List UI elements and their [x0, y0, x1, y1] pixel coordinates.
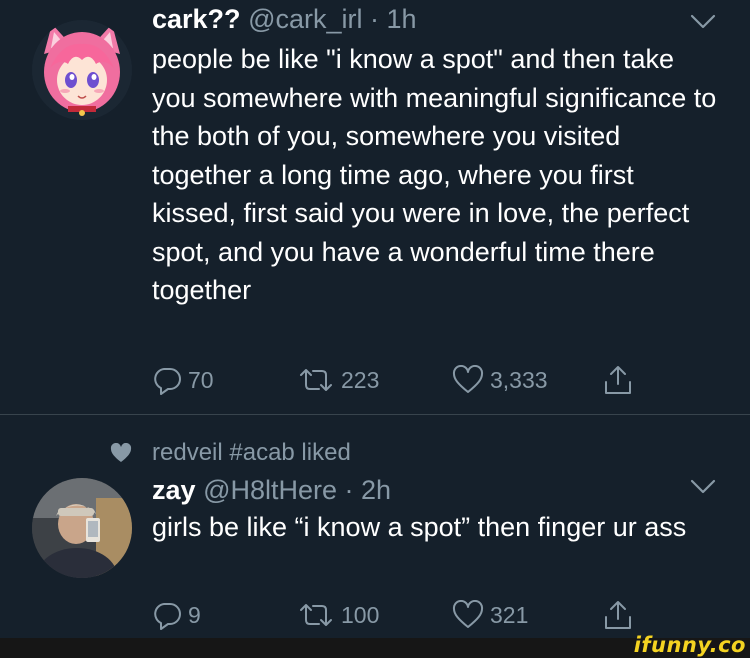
tweet-header: zay @H8ltHere · 2h [152, 473, 391, 507]
chevron-down-icon[interactable] [690, 477, 716, 497]
reply-count: 70 [188, 366, 214, 393]
tweet-actions: 9 100 321 [152, 597, 672, 633]
social-context: redveil #acab liked [0, 435, 750, 471]
retweet-button[interactable]: 100 [297, 597, 379, 633]
liked-heart-icon [110, 442, 132, 468]
share-button[interactable] [602, 362, 634, 398]
tweet-text: girls be like “i know a spot” then finge… [152, 512, 687, 542]
tweet-2[interactable]: redveil #acab liked zay @H8ltHere · 2h g… [0, 415, 750, 640]
retweet-count: 100 [341, 601, 380, 628]
like-count: 321 [490, 601, 529, 628]
tweet-text: people be like "i know a spot" and then … [152, 44, 717, 305]
avatar[interactable] [32, 478, 132, 578]
display-name[interactable]: cark?? [152, 4, 241, 34]
tweet-1[interactable]: cark?? @cark_irl · 1h people be like "i … [0, 0, 750, 414]
reply-icon [152, 600, 182, 630]
like-count: 3,333 [490, 366, 548, 393]
selfie-avatar-image [32, 478, 132, 578]
liked-by-text[interactable]: redveil #acab liked [152, 435, 351, 471]
heart-icon [452, 365, 484, 395]
avatar[interactable] [32, 20, 132, 120]
reply-button[interactable]: 9 [152, 597, 201, 633]
like-button[interactable]: 3,333 [452, 362, 548, 398]
retweet-icon [297, 365, 335, 395]
retweet-count: 223 [341, 366, 380, 393]
retweet-button[interactable]: 223 [297, 362, 379, 398]
handle-and-time[interactable]: @cark_irl · 1h [248, 4, 416, 34]
handle-and-time[interactable]: @H8ltHere · 2h [203, 475, 391, 505]
ifunny-watermark: ifunny.co [633, 633, 746, 657]
chevron-down-icon[interactable] [690, 12, 716, 32]
anime-girl-avatar-image [32, 20, 132, 120]
reply-button[interactable]: 70 [152, 362, 214, 398]
heart-icon [452, 600, 484, 630]
share-icon [602, 364, 634, 396]
reply-count: 9 [188, 601, 201, 628]
like-button[interactable]: 321 [452, 597, 528, 633]
tweet-header: cark?? @cark_irl · 1h [152, 2, 417, 36]
tweet-actions: 70 223 3,333 [152, 362, 672, 398]
share-icon [602, 599, 634, 631]
display-name[interactable]: zay [152, 475, 196, 505]
retweet-icon [297, 600, 335, 630]
reply-icon [152, 365, 182, 395]
share-button[interactable] [602, 597, 634, 633]
